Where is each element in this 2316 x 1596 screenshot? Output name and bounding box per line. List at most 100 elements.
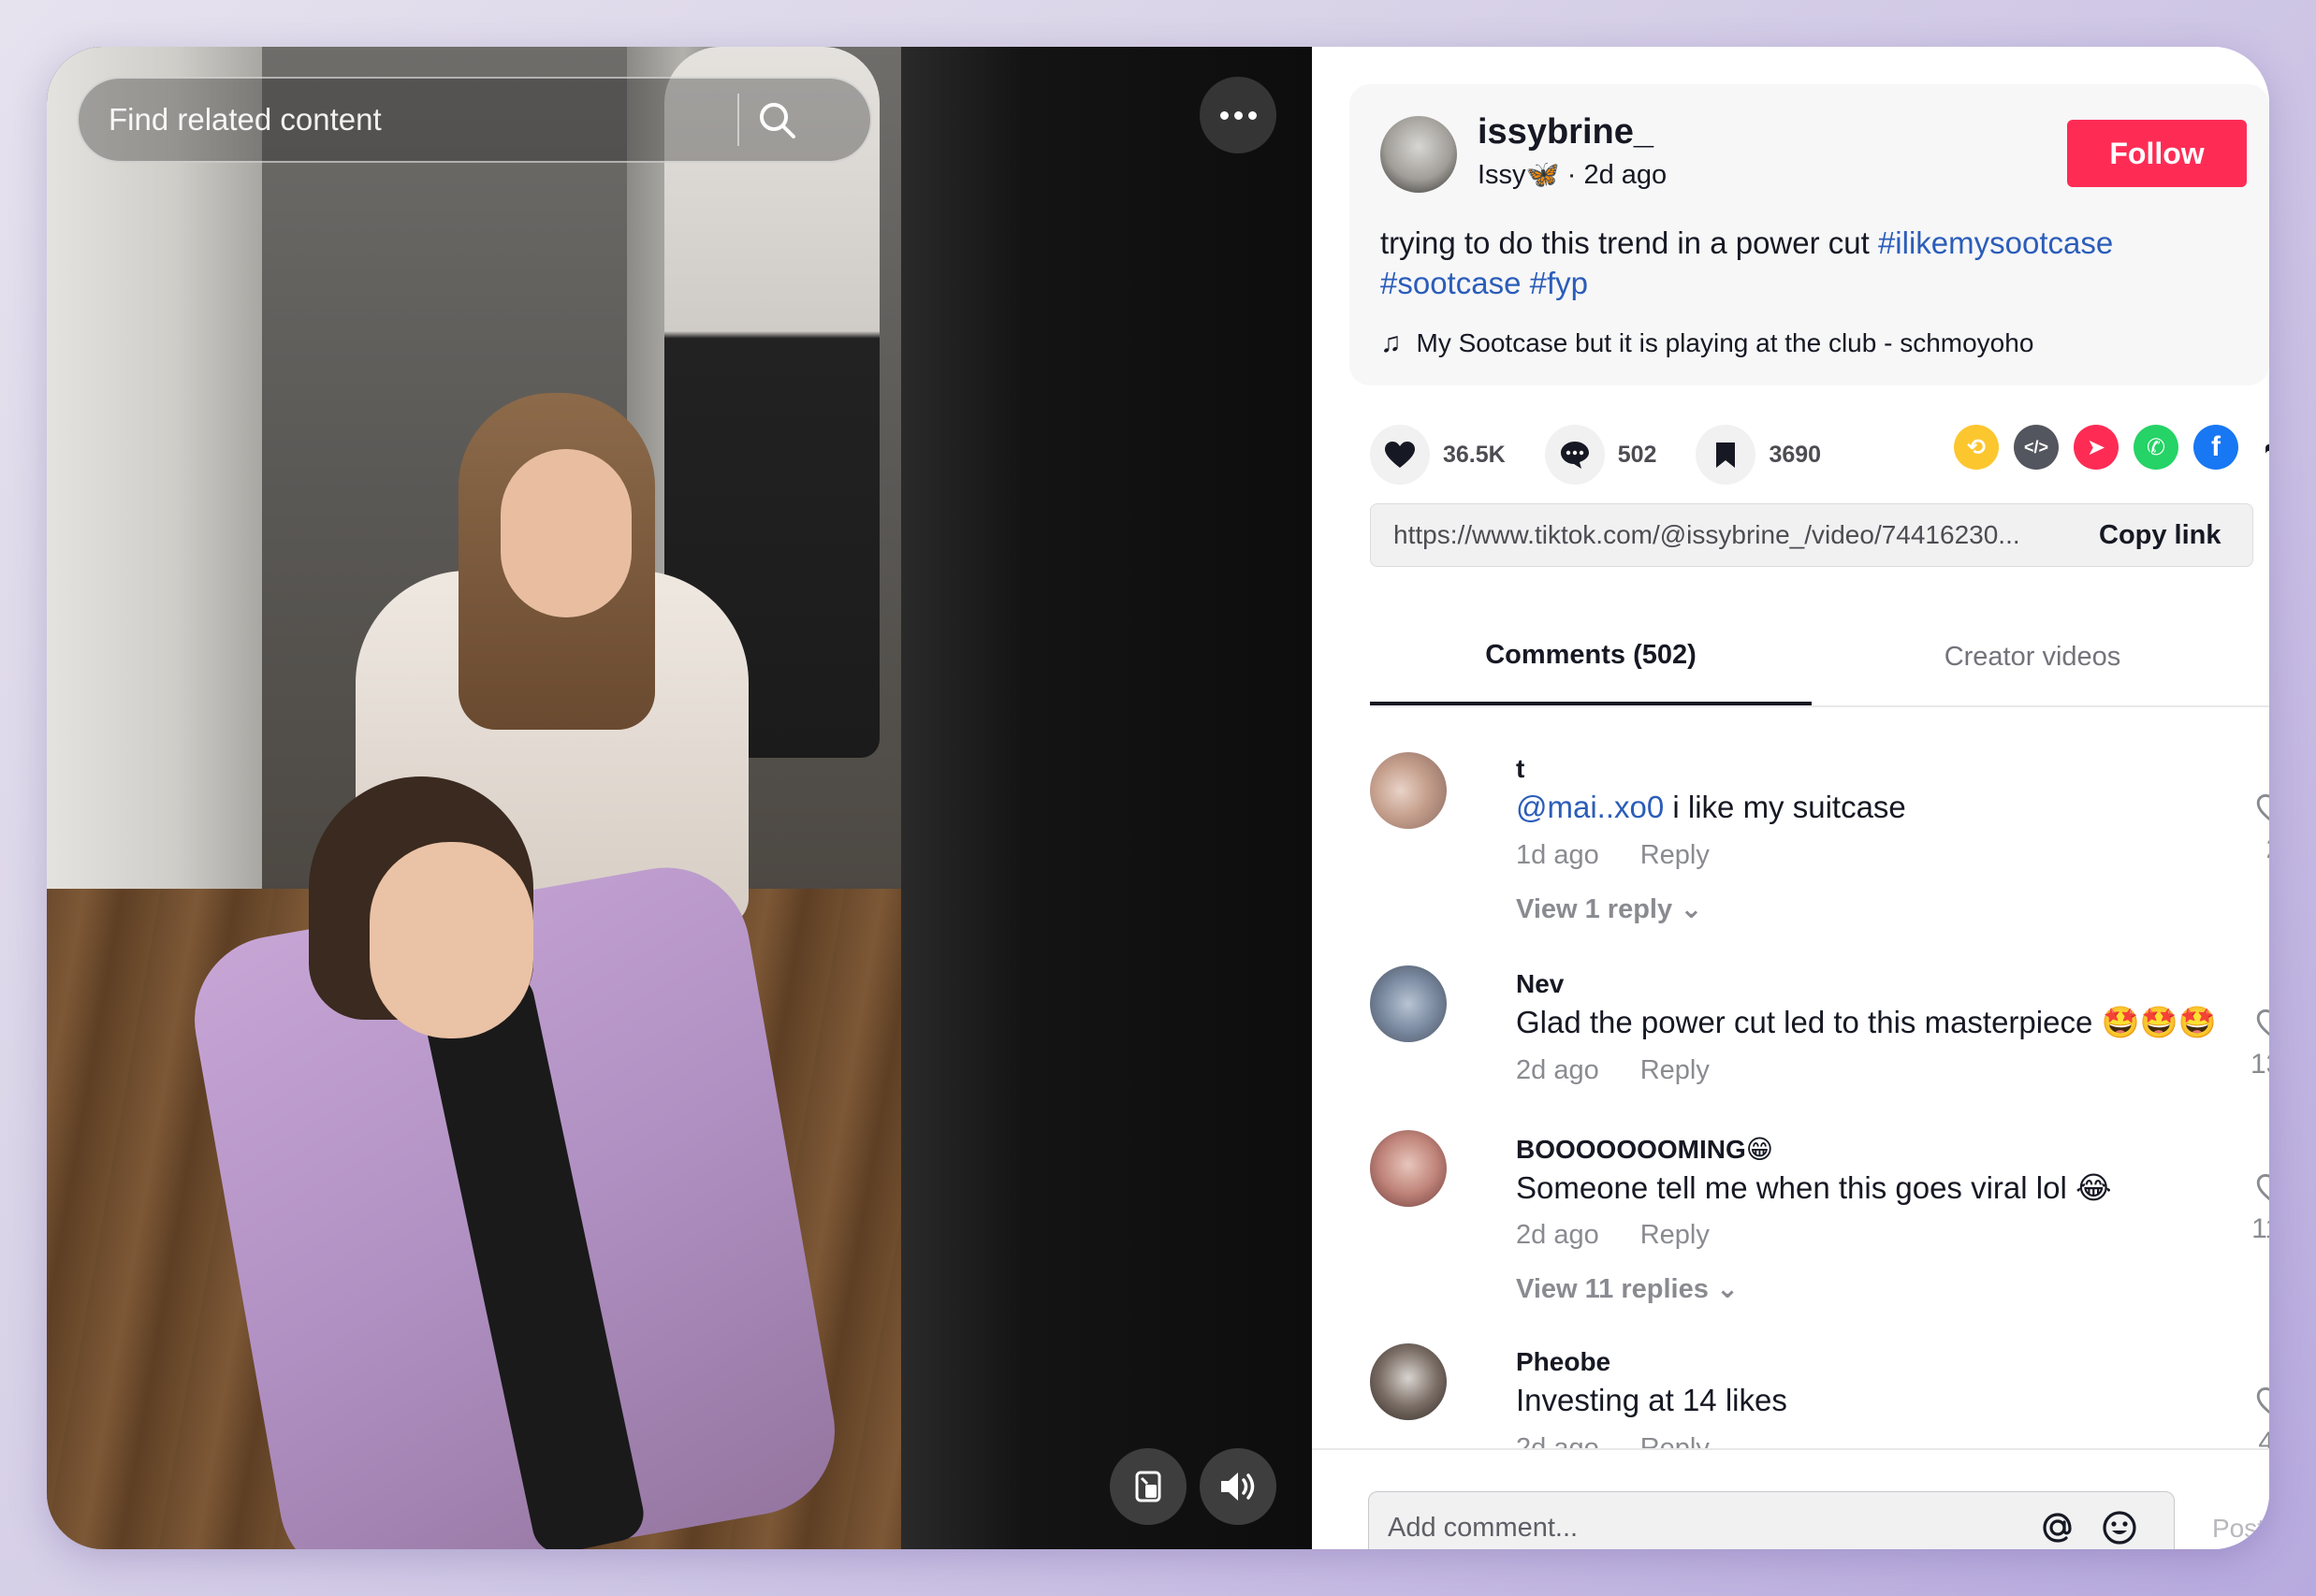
share-arrow-icon[interactable]: ➦: [2253, 425, 2269, 470]
commenter-avatar[interactable]: [1370, 965, 1447, 1042]
heart-icon: [1385, 442, 1415, 468]
comment-mention[interactable]: @mai..xo0: [1516, 790, 1664, 824]
comment-like-count: 49: [2258, 1427, 2269, 1448]
music-note-icon: ♫: [1380, 327, 1402, 358]
save-button[interactable]: 3690: [1696, 425, 1821, 485]
comment-input-box[interactable]: [1368, 1491, 2175, 1549]
reply-button[interactable]: Reply: [1640, 840, 1710, 870]
comment-like-button[interactable]: 112: [2246, 1173, 2269, 1245]
chevron-down-icon: ⌄: [1680, 894, 1703, 924]
heart-outline-icon: [2256, 1009, 2269, 1037]
panel-tabs: Comments (502) Creator videos: [1370, 608, 2269, 707]
hashtag-link[interactable]: #fyp: [1530, 266, 1588, 300]
comment-text: @mai..xo0 i like my suitcase: [1516, 790, 1906, 825]
whatsapp-icon[interactable]: ✆: [2134, 425, 2178, 470]
video-frame[interactable]: [47, 47, 901, 1549]
floating-player-button[interactable]: [1110, 1448, 1187, 1525]
post-comment-button[interactable]: Post: [2212, 1514, 2265, 1544]
comment-time: 2d ago: [1516, 1055, 1599, 1085]
like-count: 36.5K: [1443, 441, 1506, 468]
video-player[interactable]: [47, 47, 1312, 1549]
like-button[interactable]: 36.5K: [1370, 425, 1506, 485]
heart-outline-icon: [2256, 1387, 2269, 1415]
post-time: 2d ago: [1583, 160, 1668, 190]
volume-button[interactable]: [1200, 1448, 1276, 1525]
comment-time: 1d ago: [1516, 840, 1599, 870]
reply-button[interactable]: Reply: [1640, 1055, 1710, 1085]
comment-meta: 2d ago Reply: [1516, 1220, 1710, 1251]
save-count: 3690: [1769, 441, 1822, 468]
comment-time: 2d ago: [1516, 1220, 1599, 1250]
comment-list[interactable]: t @mai..xo0 i like my suitcase 1d ago Rep…: [1312, 709, 2269, 1448]
more-dots-icon: [1247, 110, 1257, 120]
related-search-box[interactable]: [77, 77, 872, 163]
commenter-name[interactable]: Pheobe: [1516, 1347, 1610, 1377]
share-link-bar: https://www.tiktok.com/@issybrine_/video…: [1370, 503, 2253, 567]
comment-meta: 2d ago Reply: [1516, 1055, 1710, 1086]
author-meta: Issy🦋 · 2d ago: [1478, 159, 1667, 191]
save-icon-wrap: [1696, 425, 1756, 485]
comment-composer: Post: [1312, 1448, 2269, 1549]
music-title: My Sootcase but it is playing at the clu…: [1416, 328, 2034, 357]
comment-like-button[interactable]: 49: [2246, 1386, 2269, 1448]
commenter-avatar[interactable]: [1370, 1130, 1447, 1207]
picture-in-picture-icon: [1135, 1471, 1161, 1502]
comment-text: Someone tell me when this goes viral lol…: [1516, 1169, 2112, 1206]
volume-icon: [1221, 1473, 1255, 1501]
comment-time: 2d ago: [1516, 1433, 1599, 1448]
video-info-card: issybrine_ Issy🦋 · 2d ago Follow trying …: [1349, 84, 2269, 385]
app-window: issybrine_ Issy🦋 · 2d ago Follow trying …: [47, 47, 2269, 1549]
hashtag-link[interactable]: #ilikemysootcase: [1878, 225, 2113, 260]
reply-button[interactable]: Reply: [1640, 1220, 1710, 1250]
embed-icon[interactable]: </>: [2014, 425, 2059, 470]
comment-like-button[interactable]: 2: [2246, 793, 2269, 865]
music-link[interactable]: ♫ My Sootcase but it is playing at the c…: [1380, 327, 2033, 359]
video-scene-woman-pushing-face: [501, 449, 632, 617]
hashtag-link[interactable]: #sootcase: [1380, 266, 1521, 300]
view-replies-button[interactable]: View 11 replies ⌄: [1516, 1272, 1739, 1305]
search-icon[interactable]: [739, 77, 814, 163]
comment-body: Someone tell me when this goes viral lol…: [1516, 1170, 2112, 1205]
heart-outline-icon: [2256, 1174, 2269, 1201]
video-caption: trying to do this trend in a power cut #…: [1380, 223, 2222, 303]
comment-like-button[interactable]: 136: [2246, 1008, 2269, 1081]
commenter-name[interactable]: t: [1516, 754, 1524, 784]
copy-link-button[interactable]: Copy link: [2099, 520, 2221, 551]
comment-like-count: 2: [2246, 834, 2269, 865]
more-dots-icon: [1233, 110, 1243, 120]
commenter-avatar[interactable]: [1370, 1343, 1447, 1420]
video-letterbox: [901, 47, 1312, 1549]
comment-input[interactable]: [1388, 1512, 2024, 1544]
comment-body: Investing at 14 likes: [1516, 1383, 1787, 1417]
comment-meta: 1d ago Reply: [1516, 840, 1710, 871]
author-username[interactable]: issybrine_: [1478, 112, 1653, 152]
comment-like-count: 136: [2250, 1049, 2269, 1080]
view-replies-label: View 1 reply: [1516, 894, 1673, 924]
tab-creator-videos[interactable]: Creator videos: [1812, 608, 2253, 705]
comment-button[interactable]: 502: [1544, 425, 1656, 485]
comment-icon-wrap: [1544, 425, 1605, 485]
facebook-icon[interactable]: f: [2193, 425, 2238, 470]
more-options-button[interactable]: [1200, 77, 1276, 153]
heart-outline-icon: [2256, 794, 2269, 821]
comment-bubble-icon: [1560, 442, 1589, 469]
view-replies-button[interactable]: View 1 reply ⌄: [1516, 892, 1703, 925]
author-display-name: Issy🦋: [1478, 160, 1560, 190]
emoji-icon[interactable]: [2091, 1500, 2148, 1549]
comment-body: i like my suitcase: [1664, 790, 1906, 824]
comment-text: Investing at 14 likes: [1516, 1383, 1787, 1418]
follow-button[interactable]: Follow: [2067, 120, 2247, 187]
mention-at-icon[interactable]: [2030, 1500, 2086, 1549]
chevron-down-icon: ⌄: [1715, 1274, 1740, 1304]
send-icon[interactable]: ➤: [2074, 425, 2119, 470]
author-avatar[interactable]: [1380, 116, 1457, 193]
commenter-avatar[interactable]: [1370, 752, 1447, 829]
related-search-input[interactable]: [109, 102, 717, 138]
reply-button[interactable]: Reply: [1640, 1433, 1710, 1448]
repost-icon[interactable]: ⟲: [1954, 425, 1999, 470]
tab-comments[interactable]: Comments (502): [1370, 608, 1812, 705]
video-link[interactable]: https://www.tiktok.com/@issybrine_/video…: [1393, 520, 2067, 550]
engagement-actions: 36.5K 502 3690: [1370, 425, 1860, 485]
commenter-name[interactable]: Nev: [1516, 969, 1564, 999]
commenter-name[interactable]: BOOOOOOOMING😁: [1516, 1134, 1773, 1165]
